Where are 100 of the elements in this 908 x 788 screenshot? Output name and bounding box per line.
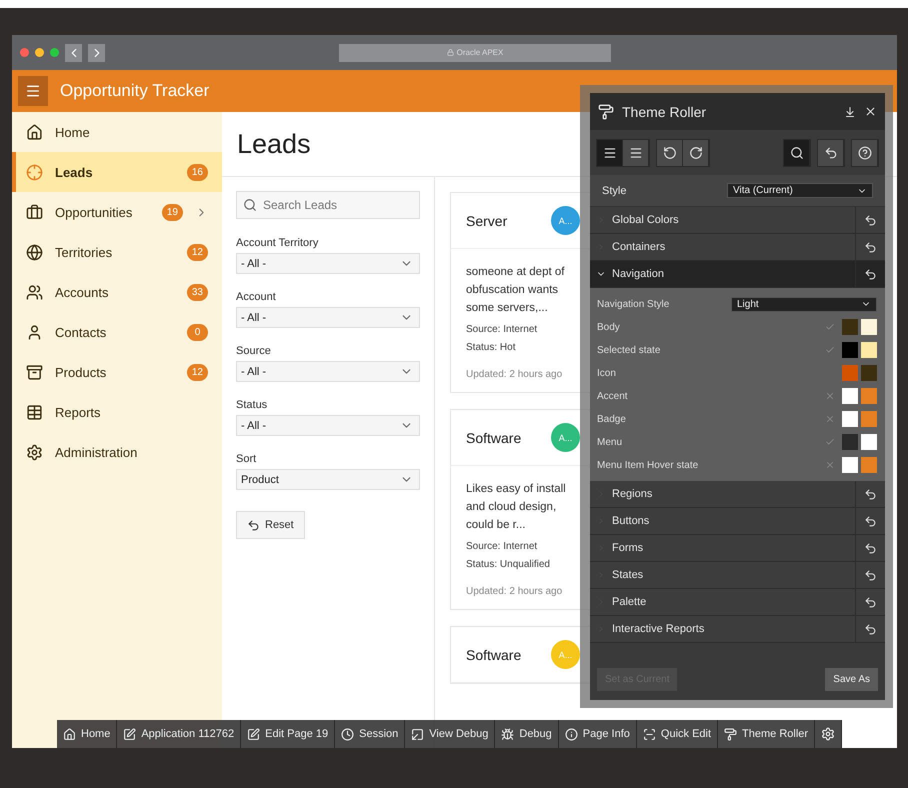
compact-view-button[interactable] bbox=[623, 140, 649, 166]
sidebar-item[interactable]: Home bbox=[12, 112, 222, 152]
setting-label: Menu Item Hover state bbox=[597, 460, 698, 470]
reset-icon bbox=[247, 518, 260, 532]
card-description: Likes easy of install and cloud design, could be r... bbox=[466, 482, 566, 533]
reset-icon bbox=[864, 542, 877, 554]
color-swatch[interactable] bbox=[842, 411, 858, 427]
sidebar-item[interactable]: Contacts 0 bbox=[12, 312, 222, 352]
toolbar-button[interactable]: Home bbox=[57, 720, 118, 748]
toolbar-button[interactable]: Theme Roller bbox=[718, 720, 816, 748]
toolbar-button[interactable]: Debug bbox=[495, 720, 559, 748]
color-swatch[interactable] bbox=[861, 411, 877, 427]
accordion-header[interactable]: Forms bbox=[590, 535, 885, 562]
color-swatch[interactable] bbox=[842, 365, 858, 381]
paint-roller-icon bbox=[724, 728, 738, 740]
list-view-button[interactable] bbox=[597, 140, 623, 166]
redo-button[interactable] bbox=[683, 140, 709, 166]
edit-icon bbox=[123, 728, 136, 740]
style-label: Style bbox=[602, 184, 626, 196]
accordion-header[interactable]: Regions bbox=[590, 481, 885, 508]
color-swatch[interactable] bbox=[842, 434, 858, 450]
card-updated: Updated: 2 hours ago bbox=[466, 369, 564, 380]
search-field[interactable]: Search Leads bbox=[236, 191, 420, 219]
toolbar-button[interactable]: Edit Page 19 bbox=[241, 720, 336, 748]
color-swatch[interactable] bbox=[861, 342, 877, 358]
reset-icon bbox=[864, 488, 877, 500]
save-as-button[interactable]: Save As bbox=[825, 668, 878, 690]
sidebar-item[interactable]: Leads 16 bbox=[12, 152, 222, 192]
accordion-header[interactable]: Navigation bbox=[590, 261, 885, 288]
reset-icon bbox=[864, 622, 877, 636]
reset-icon bbox=[864, 514, 877, 528]
settings-icon bbox=[821, 727, 836, 741]
select-field[interactable]: - All - bbox=[236, 361, 420, 382]
reset-button[interactable] bbox=[818, 140, 844, 166]
color-swatch[interactable] bbox=[861, 388, 877, 404]
color-swatch[interactable] bbox=[861, 319, 877, 335]
style-select[interactable]: Vita (Current) bbox=[727, 183, 873, 198]
setting-label: Body bbox=[597, 322, 620, 332]
card-status: Status: Unqualified bbox=[466, 558, 551, 572]
sidebar-item[interactable]: Accounts 33 bbox=[12, 272, 222, 312]
select-field[interactable]: Product bbox=[236, 469, 420, 490]
sidebar-item[interactable]: Products 12 bbox=[12, 352, 222, 392]
color-swatch[interactable] bbox=[861, 434, 877, 450]
toolbar-button[interactable]: View Debug bbox=[405, 720, 496, 748]
search-button[interactable] bbox=[784, 140, 810, 166]
avatar: A... bbox=[551, 640, 580, 669]
menu-button[interactable] bbox=[18, 76, 48, 106]
color-swatch[interactable] bbox=[842, 319, 858, 335]
undo-icon bbox=[662, 146, 676, 160]
info-icon bbox=[564, 728, 578, 740]
card-title: Software bbox=[466, 430, 522, 446]
accordion-header[interactable]: States bbox=[590, 562, 885, 589]
toolbar-button[interactable]: Page Info bbox=[558, 720, 637, 748]
accordion-header[interactable]: Containers bbox=[590, 234, 885, 261]
reset-icon bbox=[864, 596, 877, 608]
toolbar-button[interactable]: Session bbox=[335, 720, 406, 748]
table-icon bbox=[26, 404, 43, 420]
briefcase-icon bbox=[26, 204, 43, 220]
accordion-header[interactable]: Global Colors bbox=[590, 207, 885, 234]
menu-icon bbox=[25, 83, 41, 99]
toolbar-button[interactable]: Application 112762 bbox=[117, 720, 242, 748]
color-swatch[interactable] bbox=[861, 365, 877, 381]
sidebar-item[interactable]: Reports bbox=[12, 392, 222, 432]
accordion-header[interactable]: Palette bbox=[590, 589, 885, 616]
crosshair-icon bbox=[26, 164, 43, 180]
zoom-dot[interactable] bbox=[50, 48, 59, 57]
search-icon bbox=[790, 146, 804, 160]
field-label: Account Territory bbox=[236, 237, 320, 249]
select-field[interactable]: - All - bbox=[236, 307, 420, 328]
sidebar-item[interactable]: Administration bbox=[12, 432, 222, 472]
setting-label: Selected state bbox=[597, 344, 660, 356]
card-title: Software bbox=[466, 646, 522, 662]
reset-button[interactable]: Reset bbox=[236, 511, 305, 539]
close-icon[interactable] bbox=[864, 105, 877, 118]
select-field[interactable]: - All - bbox=[236, 415, 420, 436]
sidebar-item[interactable]: Opportunities 19 bbox=[12, 192, 222, 232]
forward-button[interactable] bbox=[88, 44, 105, 62]
back-button[interactable] bbox=[65, 44, 82, 62]
color-swatch[interactable] bbox=[842, 457, 858, 473]
select-field[interactable]: - All - bbox=[236, 253, 420, 274]
undo-button[interactable] bbox=[657, 140, 683, 166]
people-icon bbox=[26, 284, 43, 300]
color-swatch[interactable] bbox=[842, 388, 858, 404]
color-swatch[interactable] bbox=[842, 342, 858, 358]
color-swatch[interactable] bbox=[861, 457, 877, 473]
setting-label: Badge bbox=[597, 414, 626, 424]
reset-icon bbox=[864, 568, 877, 582]
close-dot[interactable] bbox=[20, 48, 29, 57]
accordion-header[interactable]: Buttons bbox=[590, 508, 885, 535]
lines-icon bbox=[602, 146, 616, 160]
card-updated: Updated: 2 hours ago bbox=[466, 586, 564, 597]
avatar: A... bbox=[551, 423, 580, 452]
accordion-header[interactable]: Interactive Reports bbox=[590, 616, 885, 643]
sidebar-item[interactable]: Territories 12 bbox=[12, 232, 222, 272]
toolbar-button[interactable]: Quick Edit bbox=[636, 720, 718, 748]
help-button[interactable] bbox=[852, 140, 878, 166]
navigation-style-select[interactable]: Light bbox=[731, 296, 877, 312]
minimize-dot[interactable] bbox=[35, 48, 44, 57]
card-title: Server bbox=[466, 212, 508, 228]
download-icon[interactable] bbox=[844, 106, 856, 118]
